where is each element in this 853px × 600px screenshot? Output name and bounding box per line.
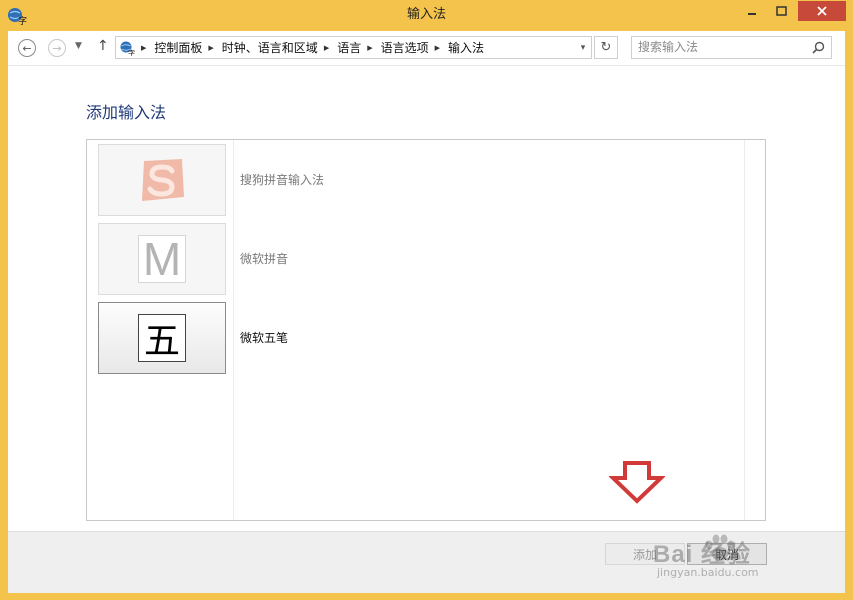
breadcrumb-input-method[interactable]: 输入法	[448, 39, 484, 56]
scrollbar-track[interactable]	[744, 140, 745, 520]
ime-label[interactable]: 搜狗拼音输入法	[240, 144, 324, 216]
window-client: ← → ▼ ↑ 字 ▶ 控制面板 ▶ 时钟、语言和区域 ▶ 语言 ▶ 语言选项 …	[8, 31, 845, 593]
up-button[interactable]: ↑	[97, 38, 109, 54]
search-icon[interactable]	[812, 41, 825, 54]
breadcrumb-separator-icon: ▶	[323, 43, 330, 52]
close-button[interactable]	[798, 1, 846, 21]
chevron-down-icon: ▾	[580, 42, 586, 53]
letter-m-icon: M	[138, 235, 186, 283]
minimize-icon	[748, 13, 756, 15]
breadcrumb-separator-icon: ▶	[141, 43, 147, 52]
search-placeholder: 搜索输入法	[638, 40, 699, 54]
maximize-button[interactable]	[767, 1, 795, 21]
arrow-up-icon: ↑	[97, 38, 109, 54]
window-title: 输入法	[406, 7, 446, 22]
breadcrumb-clock-language-region[interactable]: 时钟、语言和区域	[222, 39, 318, 56]
watermark: Bai 经验 jingyan.baidu.com	[653, 534, 803, 586]
address-row: ← → ▼ ↑ 字 ▶ 控制面板 ▶ 时钟、语言和区域 ▶ 语言 ▶ 语言选项 …	[8, 31, 845, 66]
ime-tile[interactable]: 五	[98, 302, 226, 374]
breadcrumb-control-panel[interactable]: 控制面板	[154, 39, 202, 56]
list-item-microsoft-pinyin[interactable]: M 微软拼音	[87, 223, 727, 297]
watermark-url: jingyan.baidu.com	[657, 566, 759, 579]
address-bar[interactable]: 字 ▶ 控制面板 ▶ 时钟、语言和区域 ▶ 语言 ▶ 语言选项 ▶ 输入法 ▾	[115, 36, 592, 59]
recent-locations-button[interactable]: ▼	[75, 41, 82, 51]
maximize-icon	[775, 6, 787, 16]
back-button[interactable]: ←	[18, 39, 36, 57]
title-bar: 字 输入法	[0, 0, 853, 30]
ime-label[interactable]: 微软五笔	[240, 302, 288, 374]
svg-text:字: 字	[128, 48, 135, 56]
refresh-icon: ↻	[600, 40, 612, 55]
chevron-down-icon: ▼	[75, 41, 82, 51]
forward-button[interactable]: →	[48, 39, 66, 57]
ime-tile[interactable]	[98, 144, 226, 216]
arrow-left-icon: ←	[22, 41, 32, 55]
breadcrumb-language[interactable]: 语言	[337, 39, 361, 56]
close-icon	[817, 6, 827, 16]
list-item-sogou[interactable]: 搜狗拼音输入法	[87, 144, 727, 218]
wubi-character-icon: 五	[138, 314, 186, 362]
list-item-microsoft-wubi[interactable]: 五 微软五笔	[87, 302, 727, 376]
control-panel-icon: 字	[120, 41, 135, 56]
sogou-logo-icon	[142, 159, 184, 201]
search-input[interactable]: 搜索输入法	[631, 36, 832, 59]
arrow-right-icon: →	[52, 41, 62, 55]
ime-tile[interactable]: M	[98, 223, 226, 295]
minimize-button[interactable]	[738, 1, 766, 21]
refresh-button[interactable]: ↻	[594, 36, 618, 59]
ime-label[interactable]: 微软拼音	[240, 223, 288, 295]
annotation-down-arrow-icon	[609, 461, 665, 504]
breadcrumb-separator-icon: ▶	[208, 43, 214, 52]
breadcrumb-separator-icon: ▶	[434, 43, 441, 52]
page-title: 添加输入法	[86, 103, 167, 122]
breadcrumb-language-options[interactable]: 语言选项	[381, 39, 429, 56]
breadcrumb-separator-icon: ▶	[367, 43, 373, 52]
paw-icon	[705, 534, 735, 561]
address-dropdown-button[interactable]: ▾	[575, 37, 591, 58]
